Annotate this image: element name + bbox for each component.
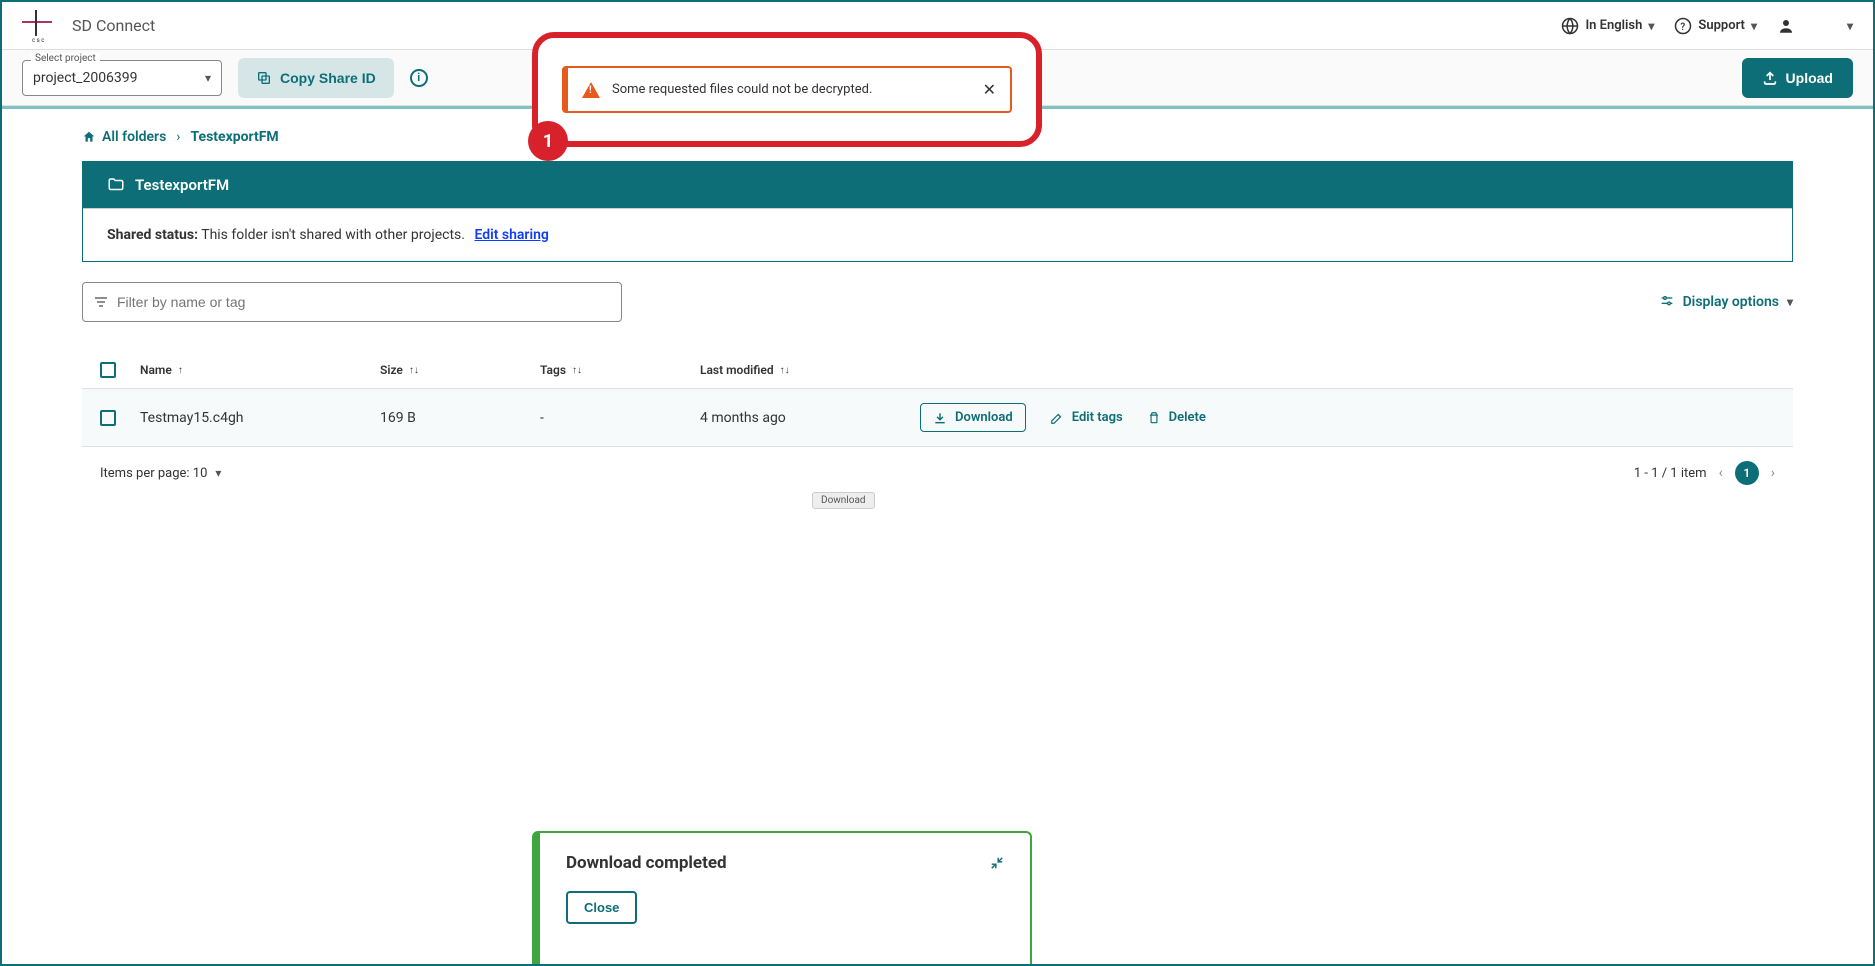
shared-status-text: This folder isn't shared with other proj… (198, 227, 465, 243)
cell-tags: - (540, 410, 700, 426)
warning-icon (582, 82, 600, 98)
info-icon[interactable]: i (410, 69, 428, 87)
chevron-down-icon: ▾ (1787, 295, 1793, 309)
sliders-icon (1659, 294, 1675, 310)
copy-share-id-button[interactable]: Copy Share ID (238, 58, 394, 98)
help-icon: ? (1674, 17, 1692, 35)
items-per-page-label: Items per page: 10 (100, 466, 207, 481)
chevron-down-icon: ▾ (205, 71, 211, 85)
breadcrumb-home[interactable]: All folders (82, 129, 166, 145)
delete-icon (1147, 411, 1161, 425)
callout-badge: 1 (528, 121, 568, 161)
breadcrumb-home-label: All folders (102, 129, 166, 145)
support-menu[interactable]: ? Support ▾ (1674, 17, 1757, 35)
project-select[interactable]: Select project project_2006399 ▾ (22, 60, 222, 96)
download-label: Download (955, 410, 1013, 425)
upload-label: Upload (1786, 70, 1833, 86)
filter-input[interactable] (117, 294, 611, 310)
pagination-range: 1 - 1 / 1 item (1634, 466, 1707, 481)
alert-callout: Some requested files could not be decryp… (532, 32, 1042, 147)
next-page-button[interactable]: › (1771, 465, 1775, 481)
folder-status: Shared status: This folder isn't shared … (83, 208, 1792, 261)
row-actions: Download Edit tags Delete (880, 403, 1775, 432)
edit-tags-label: Edit tags (1072, 410, 1123, 425)
main-content: All folders › TestexportFM TestexportFM … (2, 109, 1873, 519)
user-menu[interactable]: ▾ (1777, 17, 1853, 35)
delete-button[interactable]: Delete (1147, 410, 1206, 425)
support-label: Support (1698, 18, 1745, 33)
project-select-label: Select project (31, 53, 100, 64)
sort-asc-icon: ↑ (178, 365, 183, 376)
folder-icon (107, 176, 125, 194)
toast-minimize-button[interactable] (990, 856, 1004, 870)
folder-header: TestexportFM (83, 162, 1792, 208)
chevron-right-icon: › (176, 129, 180, 145)
folder-panel: TestexportFM Shared status: This folder … (82, 161, 1793, 262)
logo-block: c s c SD Connect (22, 10, 155, 42)
edit-sharing-link[interactable]: Edit sharing (474, 227, 548, 243)
csc-logo: c s c (22, 10, 62, 42)
project-select-value: project_2006399 (33, 70, 205, 86)
download-toast: Download completed Close (532, 831, 1032, 964)
chevron-down-icon: ▾ (1847, 19, 1853, 33)
toast-title: Download completed (566, 853, 990, 873)
col-header-tags[interactable]: Tags↑↓ (540, 363, 700, 377)
toast-close-button[interactable]: Close (566, 891, 637, 924)
sort-icon: ↑↓ (409, 365, 419, 376)
alert-close-button[interactable]: ✕ (983, 80, 996, 99)
display-options-label: Display options (1683, 294, 1779, 310)
prev-page-button[interactable]: ‹ (1719, 465, 1723, 481)
chevron-down-icon: ▾ (1751, 19, 1757, 33)
row-checkbox[interactable] (100, 410, 116, 426)
sort-icon: ↑↓ (780, 365, 790, 376)
shared-status-label: Shared status: (107, 227, 198, 243)
alert-banner: Some requested files could not be decryp… (562, 66, 1012, 113)
app-title: SD Connect (72, 16, 155, 35)
alert-text: Some requested files could not be decryp… (612, 82, 971, 97)
sort-icon: ↑↓ (572, 365, 582, 376)
items-per-page[interactable]: Items per page: 10 ▾ (100, 466, 221, 481)
delete-label: Delete (1169, 410, 1206, 425)
globe-icon (1561, 17, 1579, 35)
copy-icon (256, 70, 272, 86)
col-header-size[interactable]: Size↑↓ (380, 363, 540, 377)
page-number-current[interactable]: 1 (1735, 461, 1759, 485)
select-all-checkbox[interactable] (100, 362, 116, 378)
chevron-down-icon: ▾ (1648, 19, 1654, 33)
edit-tags-button[interactable]: Edit tags (1050, 410, 1123, 425)
svg-text:c s c: c s c (32, 37, 44, 42)
language-label: In English (1585, 18, 1642, 33)
user-icon (1777, 17, 1795, 35)
edit-icon (1050, 411, 1064, 425)
breadcrumb-current: TestexportFM (191, 129, 279, 145)
filter-row: Display options ▾ (82, 282, 1793, 322)
language-switcher[interactable]: In English ▾ (1561, 17, 1654, 35)
copy-share-label: Copy Share ID (280, 70, 376, 86)
chevron-down-icon: ▾ (215, 466, 221, 480)
svg-text:?: ? (1681, 21, 1686, 32)
download-tooltip: Download (812, 492, 875, 509)
folder-name: TestexportFM (135, 176, 229, 194)
filter-icon (93, 294, 109, 310)
file-table: Name↑ Size↑↓ Tags↑↓ Last modified↑↓ Test… (82, 352, 1793, 499)
cell-modified: 4 months ago (700, 410, 880, 426)
display-options-button[interactable]: Display options ▾ (1659, 294, 1793, 310)
col-header-name[interactable]: Name↑ (140, 363, 380, 377)
upload-button[interactable]: Upload (1742, 58, 1853, 98)
table-row: Testmay15.c4gh 169 B - 4 months ago Down… (82, 388, 1793, 447)
cell-size: 169 B (380, 410, 540, 426)
download-icon (933, 411, 947, 425)
cell-name: Testmay15.c4gh (140, 410, 380, 426)
pagination: Items per page: 10 ▾ 1 - 1 / 1 item ‹ 1 … (82, 447, 1793, 499)
header-right: In English ▾ ? Support ▾ ▾ (1561, 17, 1853, 35)
upload-icon (1762, 70, 1778, 86)
filter-input-wrap[interactable] (82, 282, 622, 322)
download-button[interactable]: Download (920, 403, 1026, 432)
home-icon (82, 130, 96, 144)
col-header-modified[interactable]: Last modified↑↓ (700, 363, 880, 377)
table-header: Name↑ Size↑↓ Tags↑↓ Last modified↑↓ (82, 352, 1793, 388)
